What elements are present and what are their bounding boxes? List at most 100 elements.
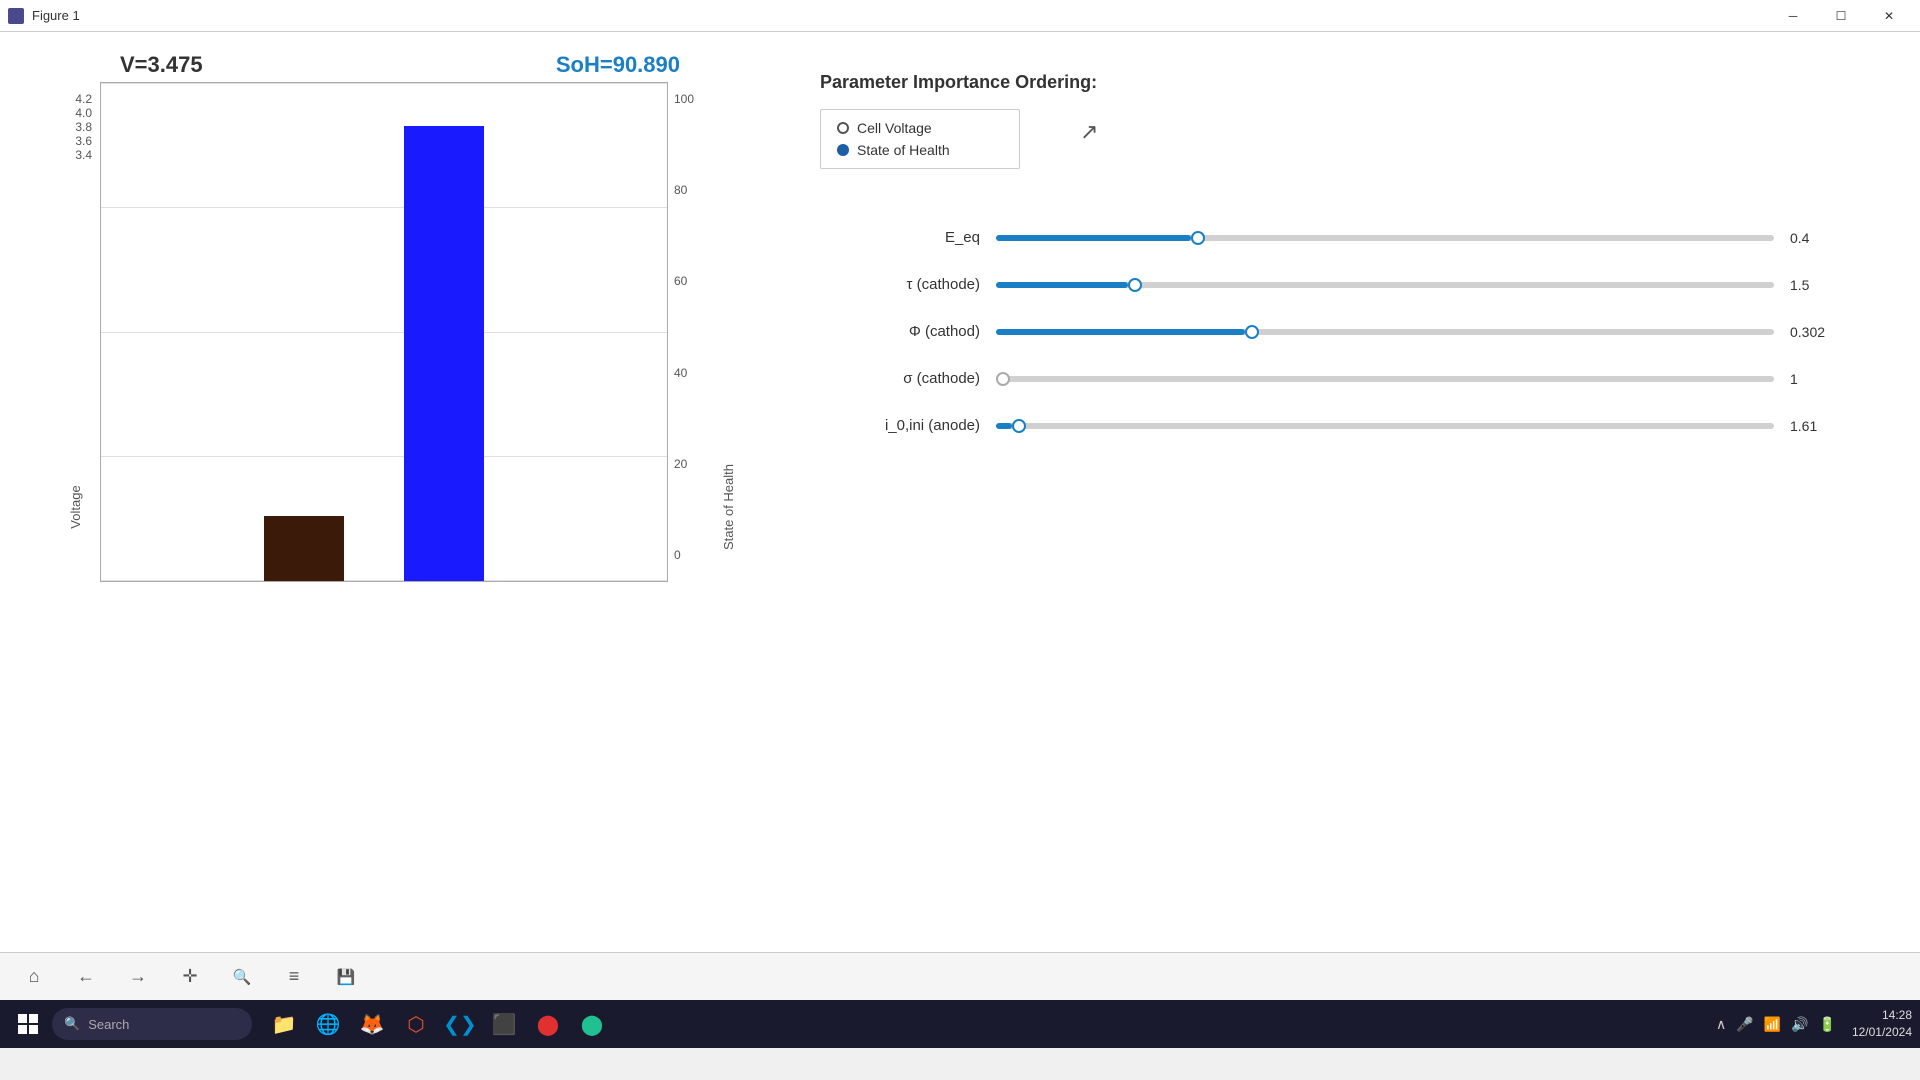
y-axis-left-label: Voltage (68, 485, 83, 528)
taskbar-app-git[interactable]: ⬡ (396, 1004, 436, 1044)
save-button[interactable]: 💾 (328, 959, 364, 995)
taskbar-app-firefox[interactable]: 🦊 (352, 1004, 392, 1044)
legend-label-soh: State of Health (857, 142, 950, 158)
taskbar-search[interactable]: 🔍 Search (52, 1008, 252, 1040)
start-button[interactable] (8, 1004, 48, 1044)
chart-labels-top: V=3.475 SoH=90.890 (40, 52, 740, 78)
slider-track-3[interactable] (996, 376, 1774, 382)
tick-0: 0 (674, 548, 681, 562)
bars-container (101, 83, 667, 581)
chart-plot (100, 82, 667, 582)
slider-value-2: 0.302 (1790, 324, 1840, 340)
teal-app-icon: ⬤ (581, 1012, 603, 1037)
slider-label-4: i_0,ini (anode) (820, 417, 980, 434)
right-panel: Parameter Importance Ordering: Cell Volt… (740, 52, 1880, 932)
chevron-up-icon[interactable]: ∧ (1716, 1016, 1726, 1033)
param-title: Parameter Importance Ordering: (820, 72, 1840, 93)
slider-label-3: σ (cathode) (820, 370, 980, 387)
slider-row-3: σ (cathode) 1 (820, 370, 1840, 387)
y-axis-right-label: State of Health (717, 82, 740, 932)
explorer-icon: 📁 (272, 1012, 297, 1037)
wifi-icon: 📶 (1764, 1016, 1781, 1033)
y-axis-right-container: 100 80 60 40 20 0 State of Health (667, 82, 740, 932)
chart-area: V=3.475 SoH=90.890 4.2 4.0 3.8 3.6 3.4 V… (40, 52, 740, 932)
slider-value-3: 1 (1790, 371, 1840, 387)
taskbar-app-terminal[interactable]: ⬛ (484, 1004, 524, 1044)
window-title: Figure 1 (32, 8, 80, 23)
slider-fill-2 (996, 329, 1245, 335)
search-icon: 🔍 (64, 1016, 80, 1032)
battery-icon: 🔋 (1819, 1016, 1836, 1033)
main-content: V=3.475 SoH=90.890 4.2 4.0 3.8 3.6 3.4 V… (0, 32, 1920, 952)
move-button[interactable]: ✛ (172, 959, 208, 995)
close-button[interactable]: ✕ (1866, 0, 1912, 32)
zoom-button[interactable]: 🔍 (224, 959, 260, 995)
slider-row-2: Φ (cathod) 0.302 (820, 323, 1840, 340)
taskbar-app-red[interactable]: ⬤ (528, 1004, 568, 1044)
slider-thumb-2[interactable] (1245, 325, 1259, 339)
tick-80: 80 (674, 183, 687, 197)
chrome-icon: 🌐 (316, 1012, 341, 1037)
slider-value-0: 0.4 (1790, 230, 1840, 246)
windows-logo (18, 1014, 38, 1034)
title-bar-controls: ─ ☐ ✕ (1770, 0, 1912, 32)
configure-button[interactable]: ≡ (276, 959, 312, 995)
taskbar-app-teal[interactable]: ⬤ (572, 1004, 612, 1044)
y-axis-right-ticks: 100 80 60 40 20 0 (667, 82, 717, 582)
slider-label-0: E_eq (820, 229, 980, 246)
legend-dot-cv (837, 122, 849, 134)
legend-item-cv: Cell Voltage (837, 120, 1003, 136)
tick-20: 20 (674, 457, 687, 471)
voltage-label: V=3.475 (120, 52, 203, 78)
taskbar-app-explorer[interactable]: 📁 (264, 1004, 304, 1044)
taskbar-app-vscode[interactable]: ❮❯ (440, 1004, 480, 1044)
taskbar-app-chrome[interactable]: 🌐 (308, 1004, 348, 1044)
back-button[interactable]: ← (68, 959, 104, 995)
slider-thumb-1[interactable] (1128, 278, 1142, 292)
home-button[interactable]: ⌂ (16, 959, 52, 995)
y-axis-left-container: 4.2 4.0 3.8 3.6 3.4 Voltage (40, 82, 100, 932)
slider-track-0[interactable] (996, 235, 1774, 241)
slider-track-1[interactable] (996, 282, 1774, 288)
legend-label-cv: Cell Voltage (857, 120, 932, 136)
legend-box: Cell Voltage State of Health (820, 109, 1020, 169)
terminal-icon: ⬛ (492, 1012, 517, 1037)
slider-track-4[interactable] (996, 423, 1774, 429)
slider-track-2[interactable] (996, 329, 1774, 335)
taskbar-time: 14:28 12/01/2024 (1852, 1007, 1912, 1041)
slider-value-4: 1.61 (1790, 418, 1840, 434)
legend-item-soh: State of Health (837, 142, 1003, 158)
slider-thumb-3[interactable] (996, 372, 1010, 386)
windows-taskbar: 🔍 Search 📁 🌐 🦊 ⬡ ❮❯ ⬛ ⬤ ⬤ ∧ 🎤 (0, 1000, 1920, 1048)
slider-label-2: Φ (cathod) (820, 323, 980, 340)
tick-4.2: 4.2 (75, 92, 92, 106)
slider-fill-0 (996, 235, 1191, 241)
legend-dot-soh (837, 144, 849, 156)
slider-fill-4 (996, 423, 1012, 429)
date-display: 12/01/2024 (1852, 1024, 1912, 1041)
slider-fill-1 (996, 282, 1128, 288)
taskbar-right: ∧ 🎤 📶 🔊 🔋 14:28 12/01/2024 (1716, 1007, 1912, 1041)
slider-thumb-4[interactable] (1012, 419, 1026, 433)
firefox-icon: 🦊 (360, 1012, 385, 1037)
bar-blue (404, 126, 484, 581)
vscode-icon: ❮❯ (443, 1012, 477, 1037)
slider-value-1: 1.5 (1790, 277, 1840, 293)
forward-button[interactable]: → (120, 959, 156, 995)
cursor-icon: ↗ (1080, 119, 1098, 145)
tick-60: 60 (674, 274, 687, 288)
tick-3.8: 3.8 (75, 120, 92, 134)
y-axis-left-ticks: 4.2 4.0 3.8 3.6 3.4 (40, 82, 100, 182)
time-display: 14:28 (1852, 1007, 1912, 1024)
slider-row-4: i_0,ini (anode) 1.61 (820, 417, 1840, 434)
app-icon (8, 8, 24, 24)
volume-icon: 🔊 (1791, 1016, 1808, 1033)
tick-3.6: 3.6 (75, 134, 92, 148)
maximize-button[interactable]: ☐ (1818, 0, 1864, 32)
title-bar: Figure 1 ─ ☐ ✕ (0, 0, 1920, 32)
bar-dark (264, 516, 344, 581)
search-placeholder: Search (88, 1017, 129, 1032)
minimize-button[interactable]: ─ (1770, 0, 1816, 32)
slider-thumb-0[interactable] (1191, 231, 1205, 245)
mic-icon: 🎤 (1736, 1016, 1753, 1033)
